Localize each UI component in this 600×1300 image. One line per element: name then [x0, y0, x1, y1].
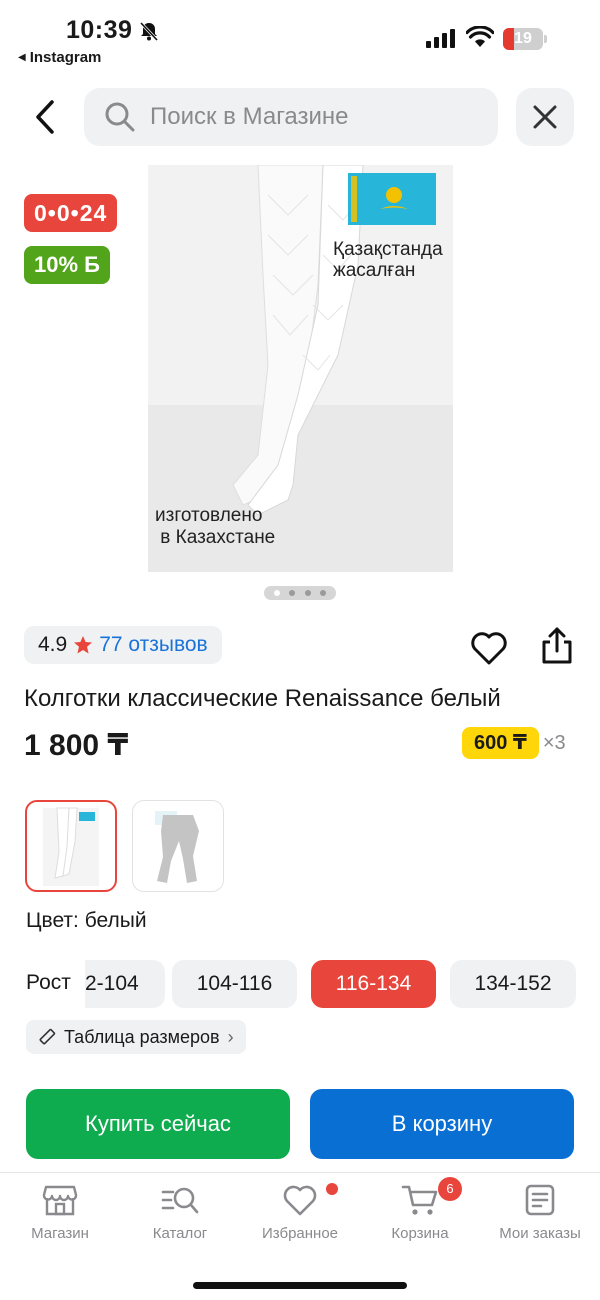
notification-dot — [326, 1183, 338, 1195]
thumbnail-grey-image — [155, 811, 199, 883]
search-input[interactable]: Поиск в Магазине — [84, 88, 498, 146]
size-option[interactable]: 104-116 — [172, 960, 297, 1008]
kazakhstan-flag-icon — [348, 173, 436, 225]
share-icon[interactable] — [538, 626, 576, 666]
size-option[interactable]: 2-104 — [85, 960, 165, 1008]
ruler-icon — [39, 1028, 56, 1045]
product-price: 1 800 ₸ — [24, 729, 129, 762]
close-icon — [533, 105, 557, 129]
status-time: 10:39 — [66, 16, 133, 44]
rating-badge[interactable]: 4.9 77 отзывов — [24, 626, 222, 664]
installment-price: 600 ₸ — [462, 727, 539, 759]
color-thumbnail-white[interactable] — [25, 800, 117, 892]
search-icon — [105, 102, 135, 132]
color-label: Цвет: белый — [26, 909, 147, 932]
tab-cart[interactable]: 6 Корзина — [360, 1177, 480, 1242]
signal-icon — [426, 28, 455, 48]
status-bar: 10:39 ◀ Instagram 19 — [0, 0, 600, 70]
tab-favorites-label: Избранное — [261, 1225, 339, 1242]
star-icon — [74, 636, 93, 654]
catalog-search-icon — [161, 1187, 199, 1214]
image-caption-ru: изготовлено в Казахстане — [155, 505, 276, 548]
back-to-app-link[interactable]: ◀ Instagram — [18, 49, 101, 66]
home-indicator[interactable] — [193, 1282, 407, 1289]
search-placeholder: Поиск в Магазине — [150, 103, 349, 130]
size-table-link[interactable]: Таблица размеров › — [26, 1020, 246, 1054]
installment-offer[interactable]: 600 ₸ ×3 — [462, 727, 566, 759]
rating-value: 4.9 — [38, 633, 68, 656]
color-thumbnail-grey[interactable] — [132, 800, 224, 892]
image-caption-kz: Қазақстанда жасалған — [333, 239, 443, 281]
product-title: Колготки классические Renaissance белый — [24, 685, 501, 712]
wifi-icon — [466, 26, 494, 47]
size-table-label: Таблица размеров — [64, 1026, 220, 1047]
size-option-selected[interactable]: 116-134 — [311, 960, 436, 1008]
carousel-dot — [289, 590, 296, 596]
thumbnail-white-image — [43, 807, 99, 886]
battery-icon: 19 — [503, 28, 547, 50]
size-option[interactable]: 134-152 — [450, 960, 576, 1008]
tab-orders[interactable]: Мои заказы — [480, 1183, 600, 1242]
timer-badge: 0•0•24 — [24, 194, 118, 232]
size-selector: Рост 2-104 104-116 116-134 134-152 — [0, 960, 600, 1008]
add-to-cart-button[interactable]: В корзину — [310, 1089, 574, 1159]
back-chevron-icon[interactable] — [26, 96, 66, 138]
carousel-dot — [320, 590, 327, 596]
store-icon — [42, 1185, 78, 1216]
back-triangle-icon: ◀ — [18, 52, 26, 63]
battery-level: 19 — [514, 30, 532, 47]
favorite-heart-icon[interactable] — [470, 630, 508, 666]
orders-icon — [525, 1184, 555, 1216]
tab-store-label: Магазин — [31, 1225, 89, 1242]
installment-multiplier: ×3 — [542, 731, 566, 754]
carousel-dot — [304, 590, 311, 596]
heart-icon — [283, 1185, 317, 1216]
close-button[interactable] — [516, 88, 574, 146]
carousel-dot — [273, 590, 280, 596]
cart-count-badge: 6 — [438, 1177, 462, 1201]
tab-store[interactable]: Магазин — [0, 1183, 120, 1242]
carousel-dots[interactable] — [264, 586, 336, 600]
cart-icon — [401, 1185, 438, 1215]
tab-orders-label: Мои заказы — [499, 1225, 581, 1242]
back-app-label: Instagram — [29, 49, 102, 66]
chevron-right-icon: › — [227, 1026, 234, 1047]
tab-catalog[interactable]: Каталог — [120, 1183, 240, 1242]
buy-now-button[interactable]: Купить сейчас — [26, 1089, 290, 1159]
bottom-tab-bar: Магазин Каталог Избранное 6 Корзина Мои … — [0, 1172, 600, 1300]
tab-cart-label: Корзина — [391, 1225, 449, 1242]
bonus-badge: 10% Б — [24, 246, 110, 284]
reviews-link[interactable]: 77 отзывов — [99, 633, 208, 657]
tab-catalog-label: Каталог — [152, 1225, 208, 1242]
size-label: Рост — [26, 971, 71, 994]
tab-favorites[interactable]: Избранное — [240, 1183, 360, 1242]
bell-muted-icon — [139, 21, 159, 42]
product-image[interactable]: Қазақстанда жасалған изготовлено в Казах… — [148, 165, 453, 572]
